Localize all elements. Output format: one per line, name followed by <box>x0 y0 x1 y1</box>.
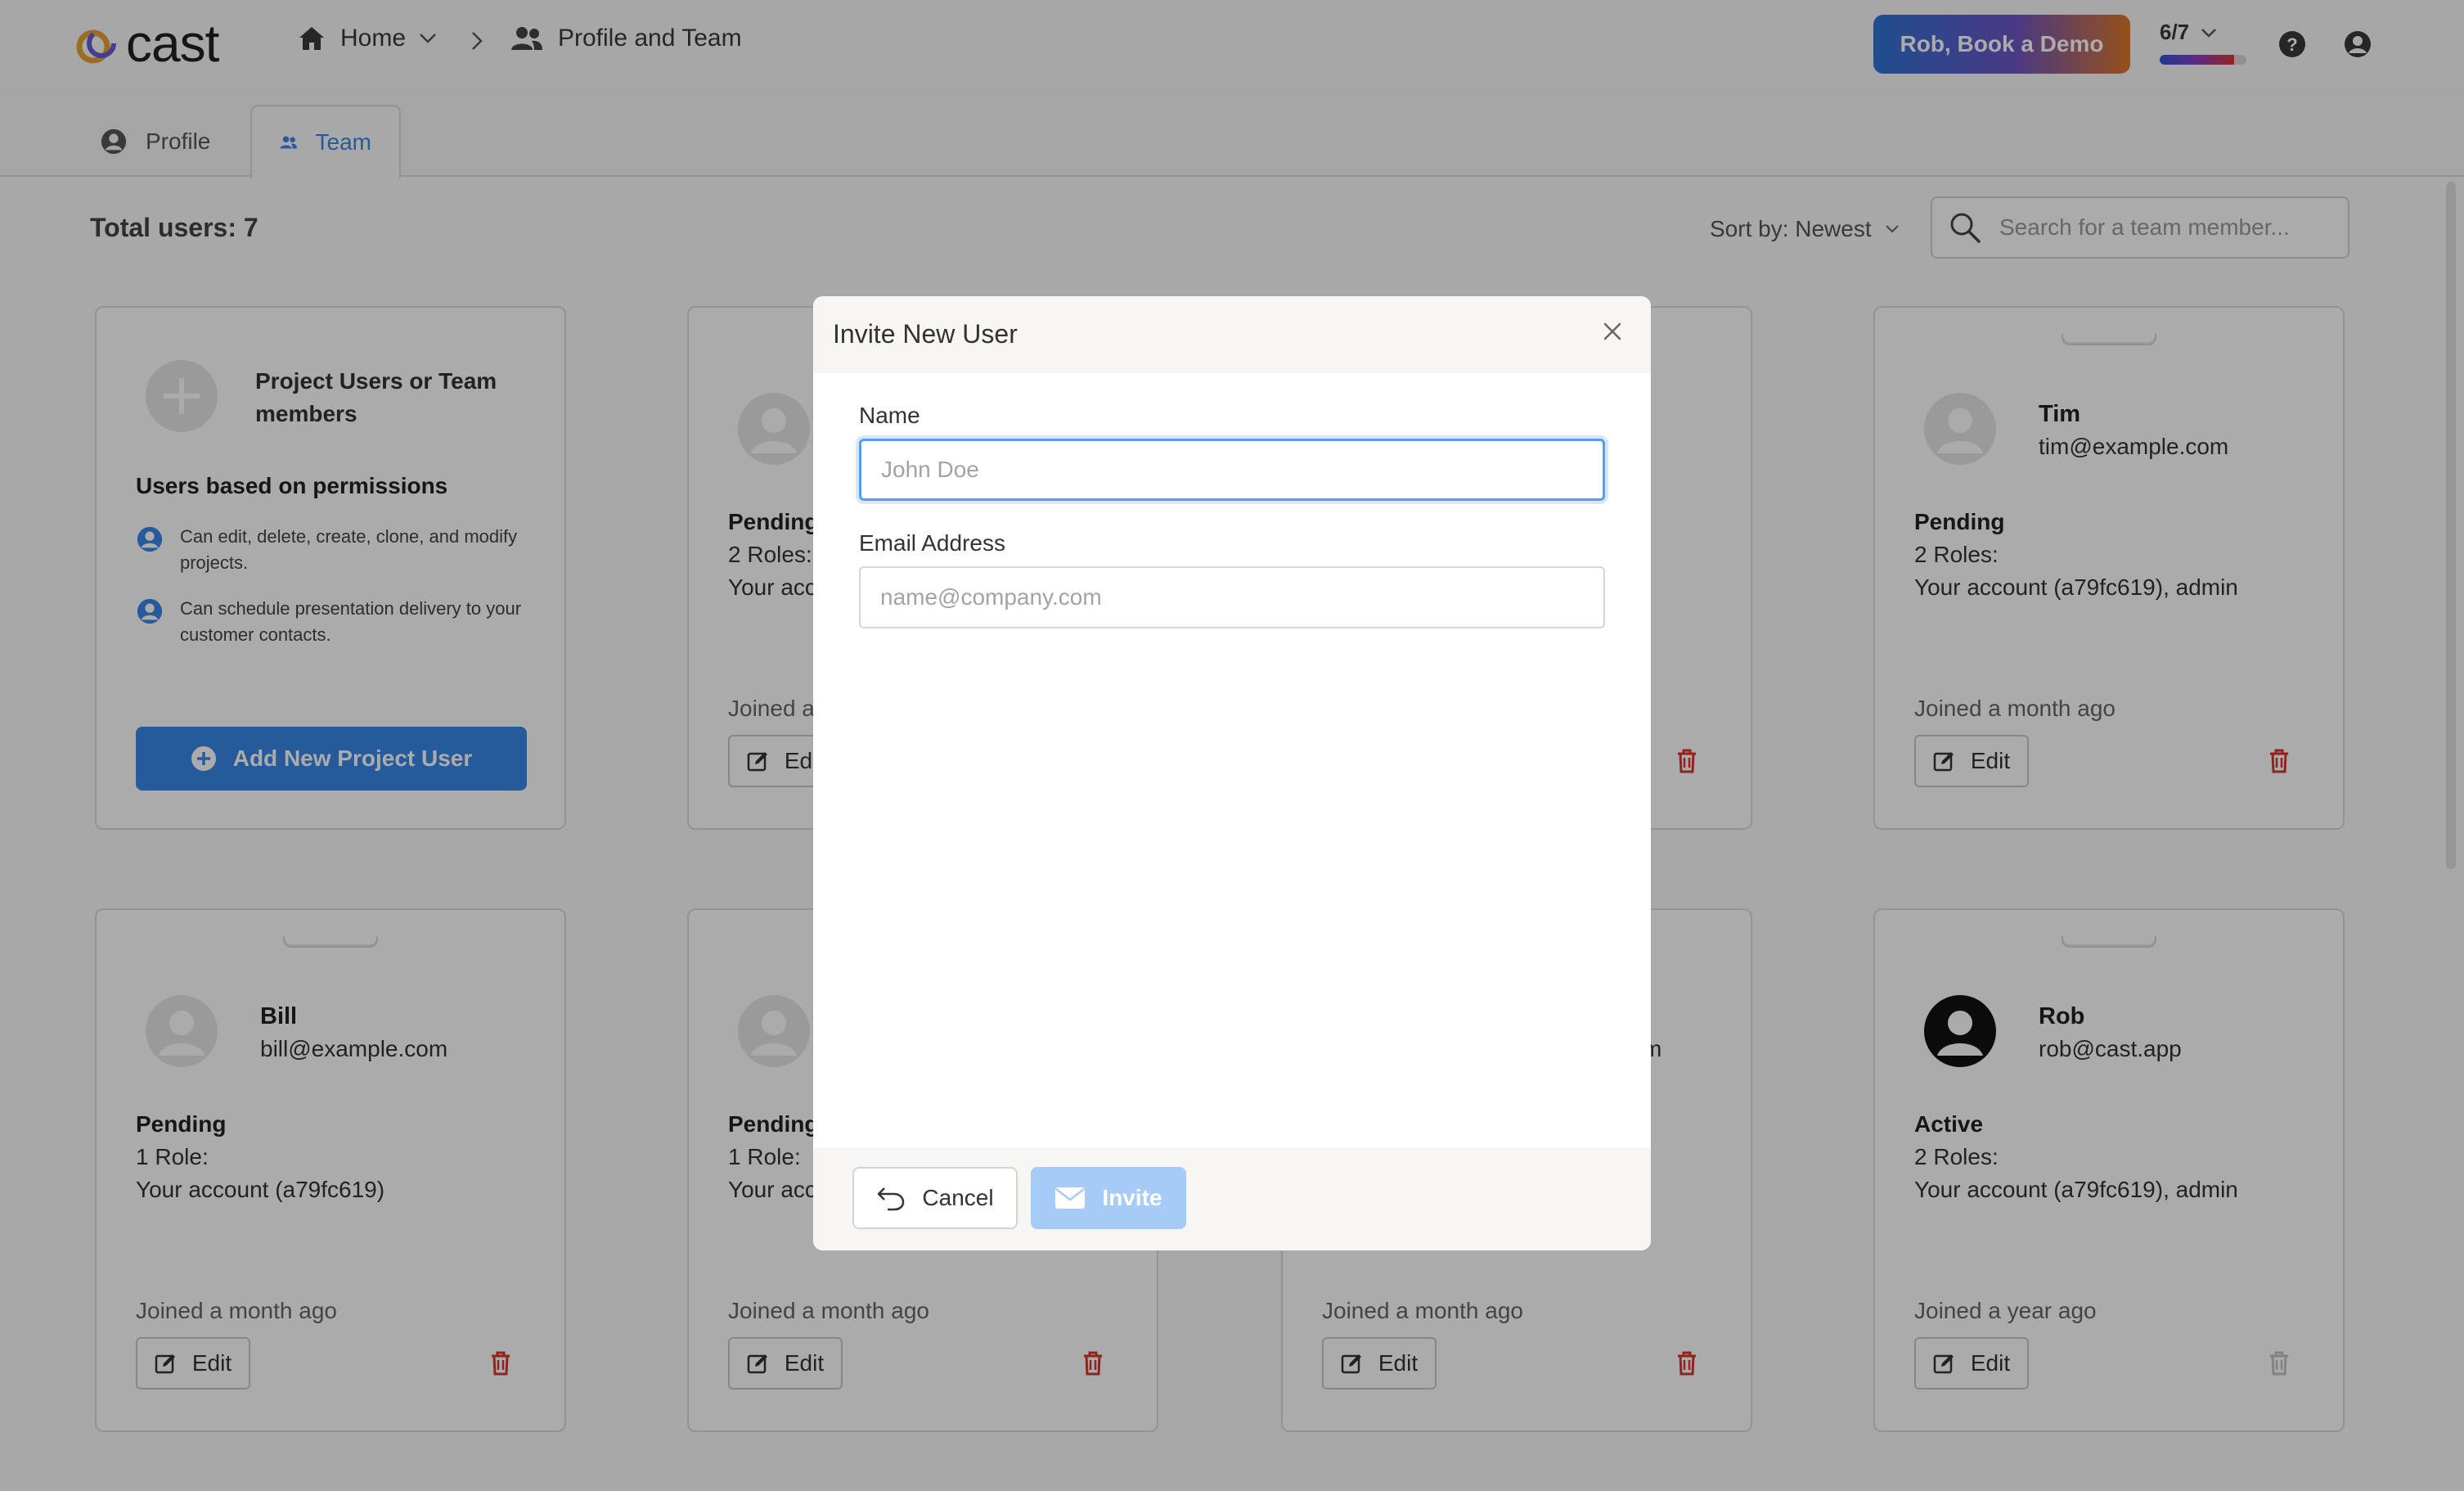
invite-user-modal: Invite New User Name Email Address Cance… <box>813 296 1651 1250</box>
modal-footer: Cancel Invite <box>813 1147 1651 1250</box>
cancel-button[interactable]: Cancel <box>852 1167 1018 1229</box>
invite-button[interactable]: Invite <box>1031 1167 1186 1229</box>
name-label: Name <box>859 403 920 428</box>
modal-title: Invite New User <box>833 319 1018 349</box>
email-label: Email Address <box>859 530 1005 556</box>
close-icon[interactable] <box>1600 319 1625 344</box>
page-scrollbar[interactable] <box>2446 182 2456 869</box>
modal-header: Invite New User <box>813 296 1651 373</box>
name-input[interactable] <box>859 439 1605 501</box>
undo-icon <box>878 1187 905 1211</box>
invite-label: Invite <box>1102 1185 1162 1210</box>
envelope-icon <box>1055 1187 1086 1209</box>
cancel-label: Cancel <box>922 1185 994 1210</box>
email-input[interactable] <box>859 566 1605 628</box>
